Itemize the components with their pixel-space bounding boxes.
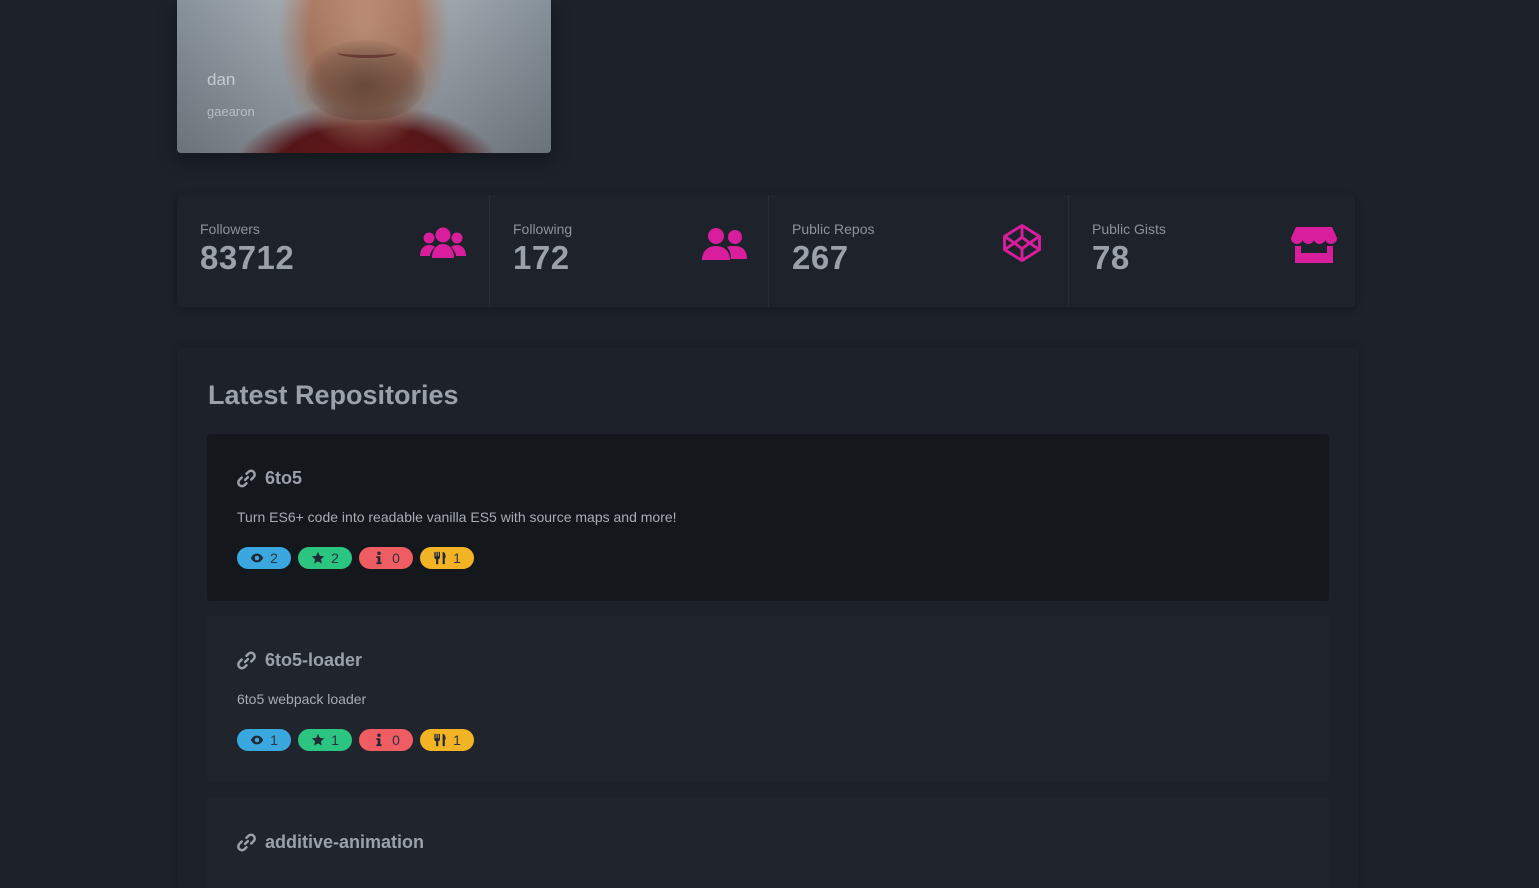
stat-value: 267: [792, 239, 849, 276]
watchers-count: 1: [270, 732, 278, 748]
profile-card: dan gaearon: [177, 0, 551, 153]
info-icon: [376, 551, 382, 565]
link-icon: [237, 651, 256, 670]
stat-following: Following 172: [490, 195, 769, 307]
forks-badge: 1: [420, 547, 474, 569]
stat-value: 83712: [200, 239, 295, 276]
stat-value: 78: [1092, 239, 1130, 276]
store-icon: [1291, 227, 1337, 263]
star-icon: [311, 551, 325, 564]
repo-description: 6to5 webpack loader: [237, 691, 367, 707]
profile-name: dan: [207, 70, 236, 89]
forks-badge: 1: [420, 729, 474, 751]
eye-icon: [250, 553, 264, 563]
issues-count: 0: [392, 732, 400, 748]
stat-followers: Followers 83712: [177, 195, 490, 307]
link-icon: [237, 833, 256, 852]
stat-label: Public Gists: [1092, 221, 1166, 237]
watchers-badge: 1: [237, 729, 291, 751]
repo-card[interactable]: 6to5-loader 6to5 webpack loader 1 1 0 1: [207, 616, 1329, 782]
issues-badge: 0: [359, 547, 413, 569]
profile-login: gaearon: [207, 104, 255, 119]
repo-description: Turn ES6+ code into readable vanilla ES5…: [237, 509, 677, 525]
stat-label: Following: [513, 221, 573, 237]
stat-label: Followers: [200, 221, 260, 237]
user-friends-icon: [702, 228, 747, 260]
repo-badges: 2 2 0 1: [237, 547, 474, 569]
eye-icon: [250, 735, 264, 745]
stars-count: 1: [331, 732, 339, 748]
star-icon: [311, 733, 325, 746]
issues-count: 0: [392, 550, 400, 566]
stars-badge: 1: [298, 729, 352, 751]
stars-badge: 2: [298, 547, 352, 569]
forks-count: 1: [453, 550, 461, 566]
repo-name-link[interactable]: additive-animation: [265, 832, 424, 853]
codepen-icon: [1003, 224, 1041, 262]
stats-bar: Followers 83712 Following 172 Public Rep…: [177, 195, 1355, 307]
stat-public-repos: Public Repos 267: [769, 195, 1069, 307]
stat-value: 172: [513, 239, 570, 276]
repo-badges: 1 1 0 1: [237, 729, 474, 751]
users-group-icon: [420, 227, 466, 258]
stat-public-gists: Public Gists 78: [1069, 195, 1355, 307]
watchers-badge: 2: [237, 547, 291, 569]
utensils-icon: [434, 551, 446, 565]
utensils-icon: [434, 733, 446, 747]
repo-name-link[interactable]: 6to5-loader: [265, 650, 362, 671]
link-icon: [237, 469, 256, 488]
watchers-count: 2: [270, 550, 278, 566]
repo-name-link[interactable]: 6to5: [265, 468, 302, 489]
repo-card[interactable]: additive-animation: [207, 798, 1329, 888]
repositories-section: Latest Repositories 6to5 Turn ES6+ code …: [177, 348, 1359, 888]
issues-badge: 0: [359, 729, 413, 751]
forks-count: 1: [453, 732, 461, 748]
stat-label: Public Repos: [792, 221, 875, 237]
repo-card[interactable]: 6to5 Turn ES6+ code into readable vanill…: [207, 434, 1329, 601]
info-icon: [376, 733, 382, 747]
section-title: Latest Repositories: [208, 380, 459, 410]
stars-count: 2: [331, 550, 339, 566]
